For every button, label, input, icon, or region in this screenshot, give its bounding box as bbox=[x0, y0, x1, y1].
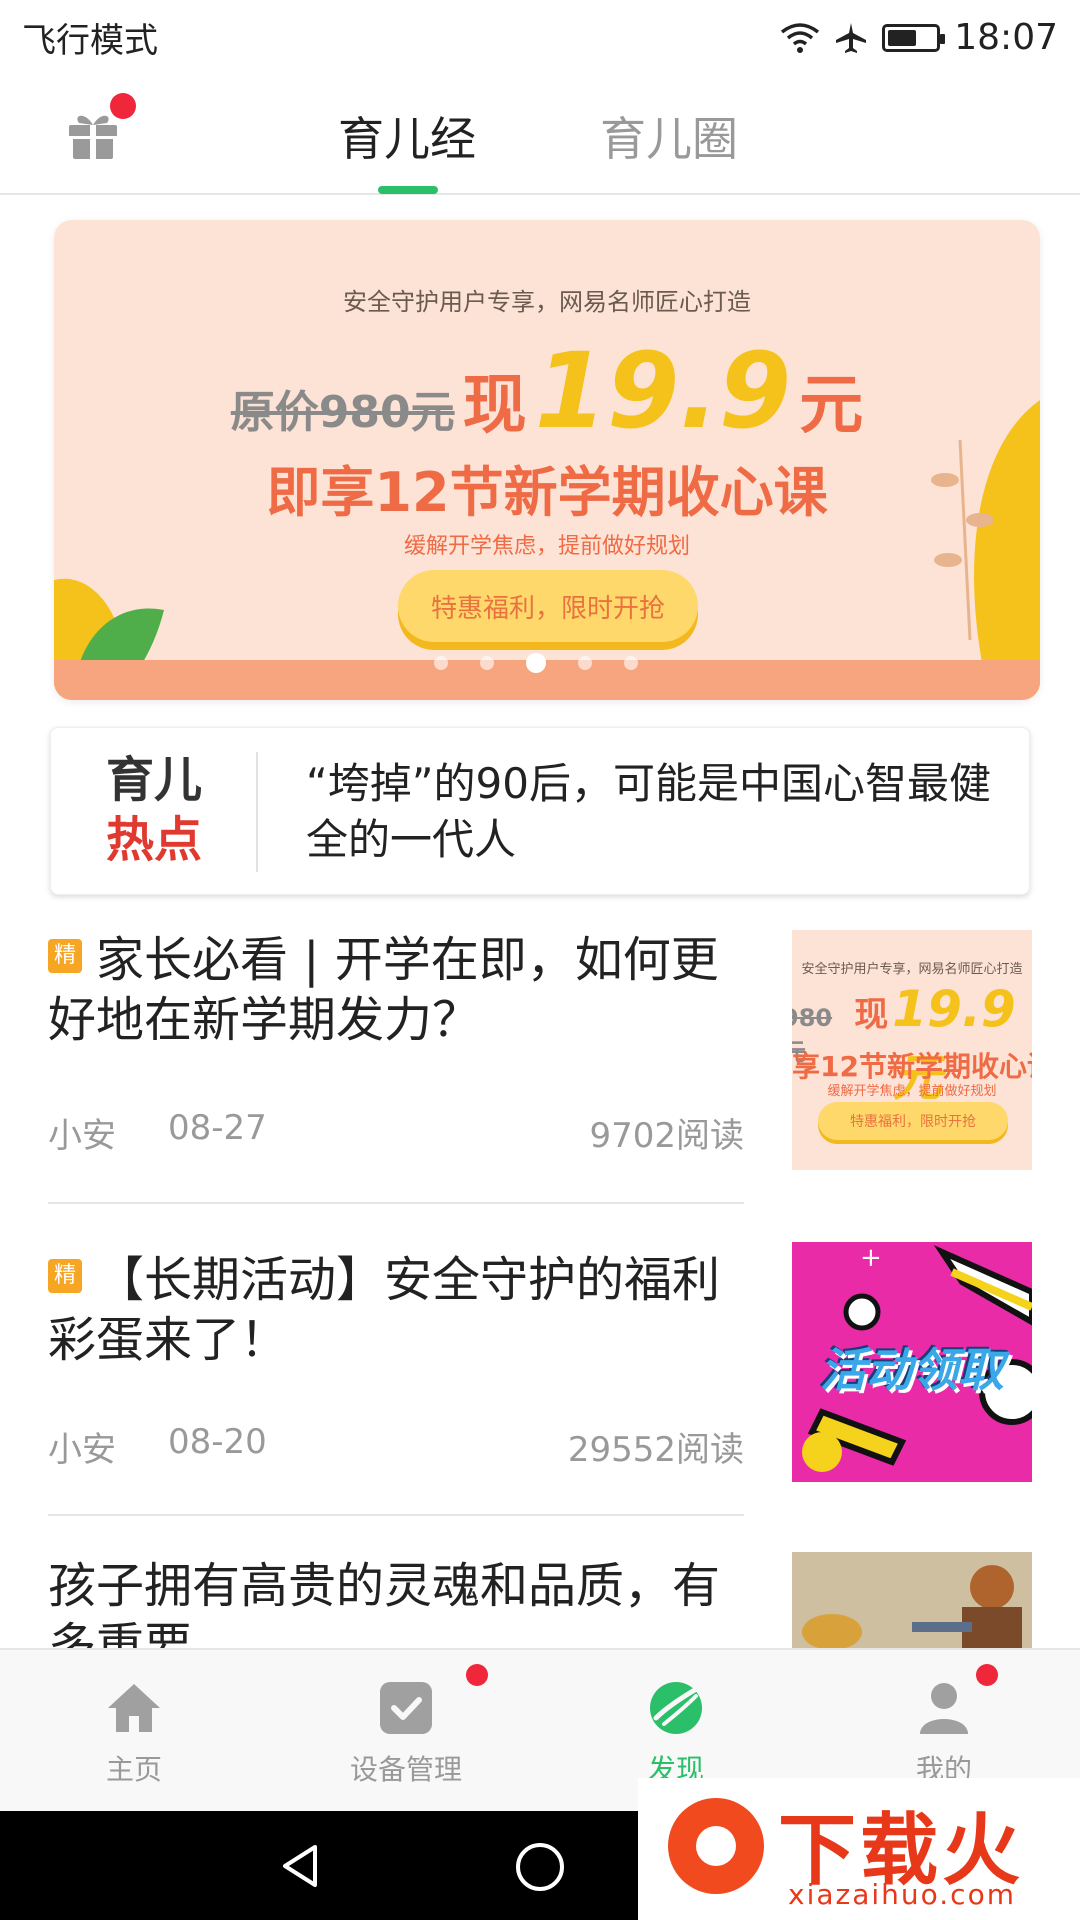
banner-price-row: 原价980元 现 19.9 元 bbox=[54, 330, 1040, 452]
article-meta: 小安 08-27 9702阅读 bbox=[48, 1108, 744, 1157]
hot-topic-headline: “垮掉”的90后，可能是中国心智最健全的一代人 bbox=[306, 759, 991, 864]
thumb-cta: 特惠福利，限时开抢 bbox=[818, 1102, 1008, 1140]
nav-notification-dot bbox=[466, 1664, 488, 1686]
thumb-text: 活动领取 bbox=[820, 1343, 1004, 1397]
article-date: 08-20 bbox=[168, 1422, 267, 1462]
carousel-dot[interactable] bbox=[578, 656, 592, 670]
active-tab-indicator bbox=[378, 186, 438, 194]
article-meta: 小安 08-20 29552阅读 bbox=[48, 1422, 744, 1471]
flame-icon bbox=[668, 1798, 764, 1894]
watermark-logo: 下载火 xiazaihuo.com bbox=[638, 1778, 1080, 1920]
battery-icon bbox=[882, 23, 946, 52]
nav-profile[interactable]: 我的 bbox=[864, 1678, 1024, 1788]
divider bbox=[256, 752, 258, 872]
profile-icon bbox=[920, 1683, 968, 1734]
hot-topic-label: 育儿 热点 bbox=[99, 750, 209, 870]
airplane-icon bbox=[836, 22, 867, 53]
article-thumbnail: + 活动领取 bbox=[792, 1242, 1032, 1482]
home-icon bbox=[108, 1684, 160, 1732]
nav-label: 主页 bbox=[105, 1753, 162, 1786]
original-price: 原价980元 bbox=[230, 387, 455, 438]
carousel-dot[interactable] bbox=[480, 656, 494, 670]
wifi-icon bbox=[781, 22, 820, 53]
nav-home[interactable]: 主页 bbox=[54, 1678, 214, 1788]
banner-description: 缓解开学焦虑，提前做好规划 bbox=[403, 534, 690, 559]
banner-subtitle: 安全守护用户专享，网易名师匠心打造 bbox=[343, 288, 751, 316]
gift-notification-dot bbox=[110, 93, 136, 119]
status-bar: 飞行模式 18:07 bbox=[0, 0, 1080, 75]
article-author: 小安 bbox=[48, 1430, 116, 1470]
thumb-desc: 缓解开学焦虑，提前做好规划 bbox=[827, 1084, 997, 1099]
thumb-headline: 享12节新学期收心课 bbox=[792, 1050, 1032, 1083]
article-title-text: 家长必看 | 开学在即，如何更好地在新学期发力？ bbox=[48, 932, 719, 1048]
watermark-url: xiazaihuo.com bbox=[788, 1878, 1016, 1911]
tab-parenting-tips[interactable]: 育儿经 bbox=[338, 103, 476, 169]
article-item[interactable]: 孩子拥有高贵的灵魂和品质，有多重要 bbox=[0, 1552, 1080, 1648]
featured-badge: 精 bbox=[48, 939, 82, 973]
carousel-dot[interactable] bbox=[434, 656, 448, 670]
currency-label: 元 bbox=[799, 369, 864, 443]
article-thumbnail bbox=[792, 1552, 1032, 1648]
article-title: 精家长必看 | 开学在即，如何更好地在新学期发力？ bbox=[48, 930, 748, 1050]
hot-label-line1: 育儿 bbox=[105, 752, 202, 808]
top-header: 育儿经 育儿圈 bbox=[0, 75, 1080, 195]
nav-device-management[interactable]: 设备管理 bbox=[326, 1678, 486, 1788]
airplane-mode-label: 飞行模式 bbox=[22, 21, 158, 61]
article-reads: 9702阅读 bbox=[589, 1116, 744, 1156]
article-thumbnail: 安全守护用户专享，网易名师匠心打造 980元 现 19.9元 享12节新学期收心… bbox=[792, 930, 1032, 1170]
svg-text:+: + bbox=[860, 1243, 882, 1273]
nav-notification-dot bbox=[976, 1664, 998, 1686]
article-item[interactable]: 精【长期活动】安全守护的福利彩蛋来了！ 小安 08-20 29552阅读 + 活… bbox=[0, 1242, 1080, 1522]
banner-cta-button[interactable]: 特惠福利，限时开抢 bbox=[398, 570, 698, 642]
back-icon[interactable] bbox=[275, 1841, 325, 1891]
article-date: 08-27 bbox=[168, 1108, 267, 1148]
painting-graphic bbox=[792, 1552, 1032, 1648]
nav-discover[interactable]: 发现 bbox=[596, 1678, 756, 1788]
carousel-dot[interactable] bbox=[526, 653, 546, 673]
article-title-text: 【长期活动】安全守护的福利彩蛋来了！ bbox=[48, 1252, 721, 1368]
hot-topic-card[interactable]: 育儿 热点 “垮掉”的90后，可能是中国心智最健全的一代人 bbox=[50, 727, 1030, 895]
article-title: 孩子拥有高贵的灵魂和品质，有多重要 bbox=[48, 1556, 748, 1648]
article-title-text: 孩子拥有高贵的灵魂和品质，有多重要 bbox=[48, 1558, 721, 1648]
sale-price: 19.9 bbox=[534, 330, 792, 452]
thumb-subtitle: 安全守护用户专享，网易名师匠心打造 bbox=[801, 962, 1023, 977]
article-title: 精【长期活动】安全守护的福利彩蛋来了！ bbox=[48, 1250, 748, 1370]
tab-parenting-circle[interactable]: 育儿圈 bbox=[600, 103, 738, 169]
thumb-now: 现 bbox=[854, 995, 889, 1035]
home-circle-icon[interactable] bbox=[514, 1841, 566, 1893]
clock: 18:07 bbox=[954, 17, 1058, 58]
hot-label-line2: 热点 bbox=[105, 812, 202, 868]
carousel-dots bbox=[434, 653, 638, 673]
carousel-dot[interactable] bbox=[624, 656, 638, 670]
article-divider bbox=[48, 1514, 744, 1516]
promo-banner[interactable]: 安全守护用户专享，网易名师匠心打造 原价980元 现 19.9 元 即享12节新… bbox=[54, 220, 1040, 700]
nav-label: 设备管理 bbox=[349, 1753, 462, 1786]
featured-badge: 精 bbox=[48, 1259, 82, 1293]
discover-icon bbox=[650, 1682, 702, 1734]
article-author: 小安 bbox=[48, 1116, 116, 1156]
article-reads: 29552阅读 bbox=[567, 1430, 744, 1470]
article-divider bbox=[48, 1202, 744, 1204]
article-item[interactable]: 精家长必看 | 开学在即，如何更好地在新学期发力？ 小安 08-27 9702阅… bbox=[0, 930, 1080, 1210]
banner-headline: 即享12节新学期收心课 bbox=[266, 461, 828, 524]
now-label: 现 bbox=[462, 369, 527, 443]
device-check-icon bbox=[380, 1682, 432, 1734]
status-icons: 18:07 bbox=[780, 17, 1058, 58]
